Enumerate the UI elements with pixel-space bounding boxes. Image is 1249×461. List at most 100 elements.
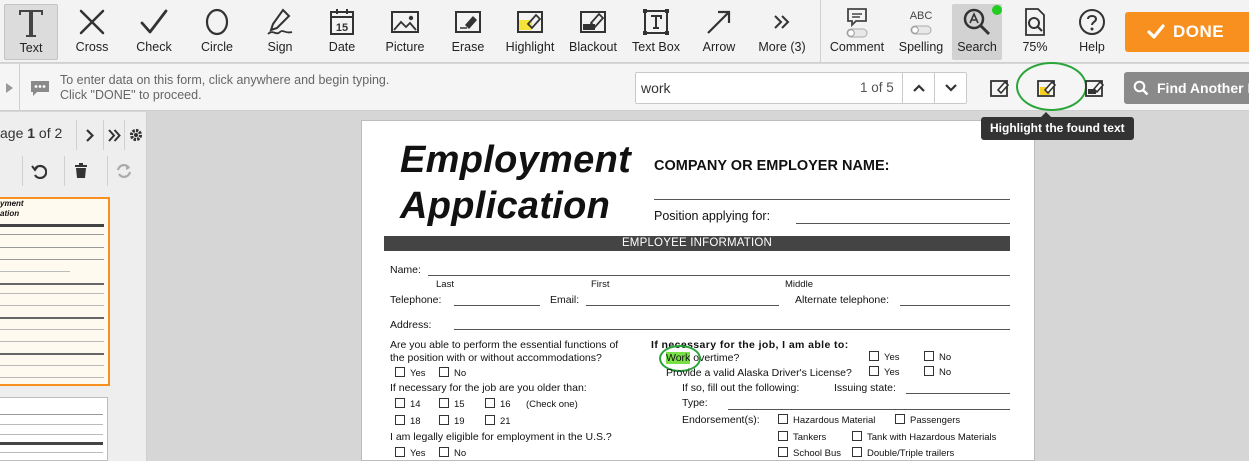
age-18-checkbox[interactable] <box>395 415 405 425</box>
info-message: To enter data on this form, click anywhe… <box>60 73 389 103</box>
trash-icon <box>74 163 87 178</box>
text-tool-button[interactable]: Text <box>4 4 58 60</box>
cross-tool-label: Cross <box>75 40 109 54</box>
sign-tool-button[interactable]: Sign <box>254 4 306 60</box>
age-19-label: 19 <box>454 416 465 427</box>
license-type-label: Type: <box>682 397 708 409</box>
blackout-tool-button[interactable]: Blackout <box>564 4 622 60</box>
eligible-yes-checkbox[interactable] <box>395 447 405 457</box>
help-button[interactable]: Help <box>1066 4 1118 60</box>
date-tool-button[interactable]: 15 Date <box>316 4 368 60</box>
alt-telephone-line[interactable] <box>900 305 1010 306</box>
page-thumbnail-1[interactable]: yment ation <box>0 197 110 386</box>
arrow-tool-label: Arrow <box>702 40 736 54</box>
more-tools-button[interactable]: More (3) <box>754 4 810 60</box>
next-page-button[interactable] <box>76 120 103 150</box>
undo-button[interactable] <box>22 156 54 186</box>
license-type-line[interactable] <box>728 409 1010 410</box>
delete-page-button[interactable] <box>64 156 96 186</box>
fill-out-instruction: If so, fill out the following: <box>682 382 800 394</box>
age-19-checkbox[interactable] <box>439 415 449 425</box>
signature-pen-icon <box>254 4 306 40</box>
check-tool-button[interactable]: Check <box>128 4 180 60</box>
first-name-caption: First <box>591 279 610 290</box>
search-button[interactable]: Search <box>952 4 1002 60</box>
blackout-found-text-button[interactable] <box>1079 72 1111 104</box>
overtime-yes-label: Yes <box>884 352 900 363</box>
info-line-1: To enter data on this form, click anywhe… <box>60 73 390 87</box>
help-label: Help <box>1079 40 1105 54</box>
rotate-page-button[interactable] <box>107 156 139 186</box>
date-tool-label: Date <box>328 40 356 54</box>
check-tool-label: Check <box>136 40 172 54</box>
essential-no-label: No <box>454 368 467 379</box>
highlight-tooltip: Highlight the found text <box>981 112 1134 140</box>
search-input[interactable] <box>636 73 898 103</box>
eligible-no-checkbox[interactable] <box>439 447 449 457</box>
age-16-checkbox[interactable] <box>485 398 495 408</box>
issuing-state-line[interactable] <box>906 393 1010 394</box>
telephone-line[interactable] <box>454 305 540 306</box>
done-label: DONE <box>1173 22 1225 41</box>
tank-hazmat-checkbox[interactable] <box>852 431 862 441</box>
cross-tool-button[interactable]: Cross <box>66 4 118 60</box>
spelling-button[interactable]: ABC Spelling <box>892 4 950 60</box>
last-page-button[interactable] <box>103 120 124 150</box>
previous-result-button[interactable] <box>902 73 934 103</box>
hazmat-checkbox[interactable] <box>778 414 788 424</box>
age-15-checkbox[interactable] <box>439 398 449 408</box>
sign-tool-label: Sign <box>267 40 293 54</box>
school-bus-checkbox[interactable] <box>778 447 788 457</box>
age-18-label: 18 <box>410 416 421 427</box>
license-yes-label: Yes <box>884 367 900 378</box>
toolbar-divider <box>820 0 821 63</box>
page-indicator: age 1 of 2 <box>0 125 62 141</box>
page-thumbnail-2[interactable] <box>0 397 108 461</box>
erase-tool-button[interactable]: Erase <box>442 4 494 60</box>
circle-tool-button[interactable]: Circle <box>190 4 244 60</box>
passengers-checkbox[interactable] <box>895 414 905 424</box>
license-no-checkbox[interactable] <box>924 366 934 376</box>
page-navigator: age 1 of 2 <box>0 120 147 150</box>
essential-yes-checkbox[interactable] <box>395 367 405 377</box>
page-settings-button[interactable] <box>124 120 146 150</box>
form-title-line-2: Application <box>400 185 611 227</box>
name-label: Name: <box>390 264 421 276</box>
zoom-button[interactable]: 75% <box>1010 4 1060 60</box>
document-page[interactable]: Employment Application COMPANY OR EMPLOY… <box>361 120 1035 461</box>
company-name-label: COMPANY OR EMPLOYER NAME: <box>654 158 890 174</box>
info-speech-bubble-icon <box>31 81 49 96</box>
double-triple-checkbox[interactable] <box>852 447 862 457</box>
overtime-yes-checkbox[interactable] <box>869 351 879 361</box>
arrow-tool-button[interactable]: Arrow <box>692 4 746 60</box>
position-line[interactable] <box>796 223 1010 224</box>
essential-no-checkbox[interactable] <box>439 367 449 377</box>
highlight-button-annotation-ring <box>1016 62 1087 111</box>
page-sidebar: age 1 of 2 yment ation <box>0 112 147 461</box>
tank-hazmat-label: Tank with Hazardous Materials <box>867 432 997 443</box>
comment-button[interactable]: Comment <box>826 4 888 60</box>
issuing-state-label: Issuing state: <box>834 382 896 394</box>
collapse-sidebar-button[interactable] <box>0 64 20 111</box>
picture-tool-button[interactable]: Picture <box>378 4 432 60</box>
edit-found-text-button[interactable] <box>984 72 1016 104</box>
age-21-checkbox[interactable] <box>485 415 495 425</box>
age-14-checkbox[interactable] <box>395 398 405 408</box>
page-current: 1 <box>27 125 36 141</box>
email-line[interactable] <box>586 305 779 306</box>
find-another-button[interactable]: Find Another F <box>1124 72 1249 104</box>
textbox-tool-button[interactable]: Text Box <box>628 4 684 60</box>
done-button[interactable]: DONE <box>1125 12 1249 52</box>
double-triple-label: Double/Triple trailers <box>867 448 955 459</box>
main-toolbar: Text Cross Check Circle Sign 15 Date Pic… <box>0 0 1249 63</box>
name-line[interactable] <box>428 275 1010 276</box>
age-16-label: 16 <box>500 399 511 410</box>
circle-tool-label: Circle <box>201 40 233 54</box>
highlight-tool-button[interactable]: Highlight <box>502 4 558 60</box>
tankers-checkbox[interactable] <box>778 431 788 441</box>
address-line[interactable] <box>454 329 1010 330</box>
next-result-button[interactable] <box>934 73 966 103</box>
company-name-line[interactable] <box>654 199 1010 200</box>
license-yes-checkbox[interactable] <box>869 366 879 376</box>
overtime-no-checkbox[interactable] <box>924 351 934 361</box>
